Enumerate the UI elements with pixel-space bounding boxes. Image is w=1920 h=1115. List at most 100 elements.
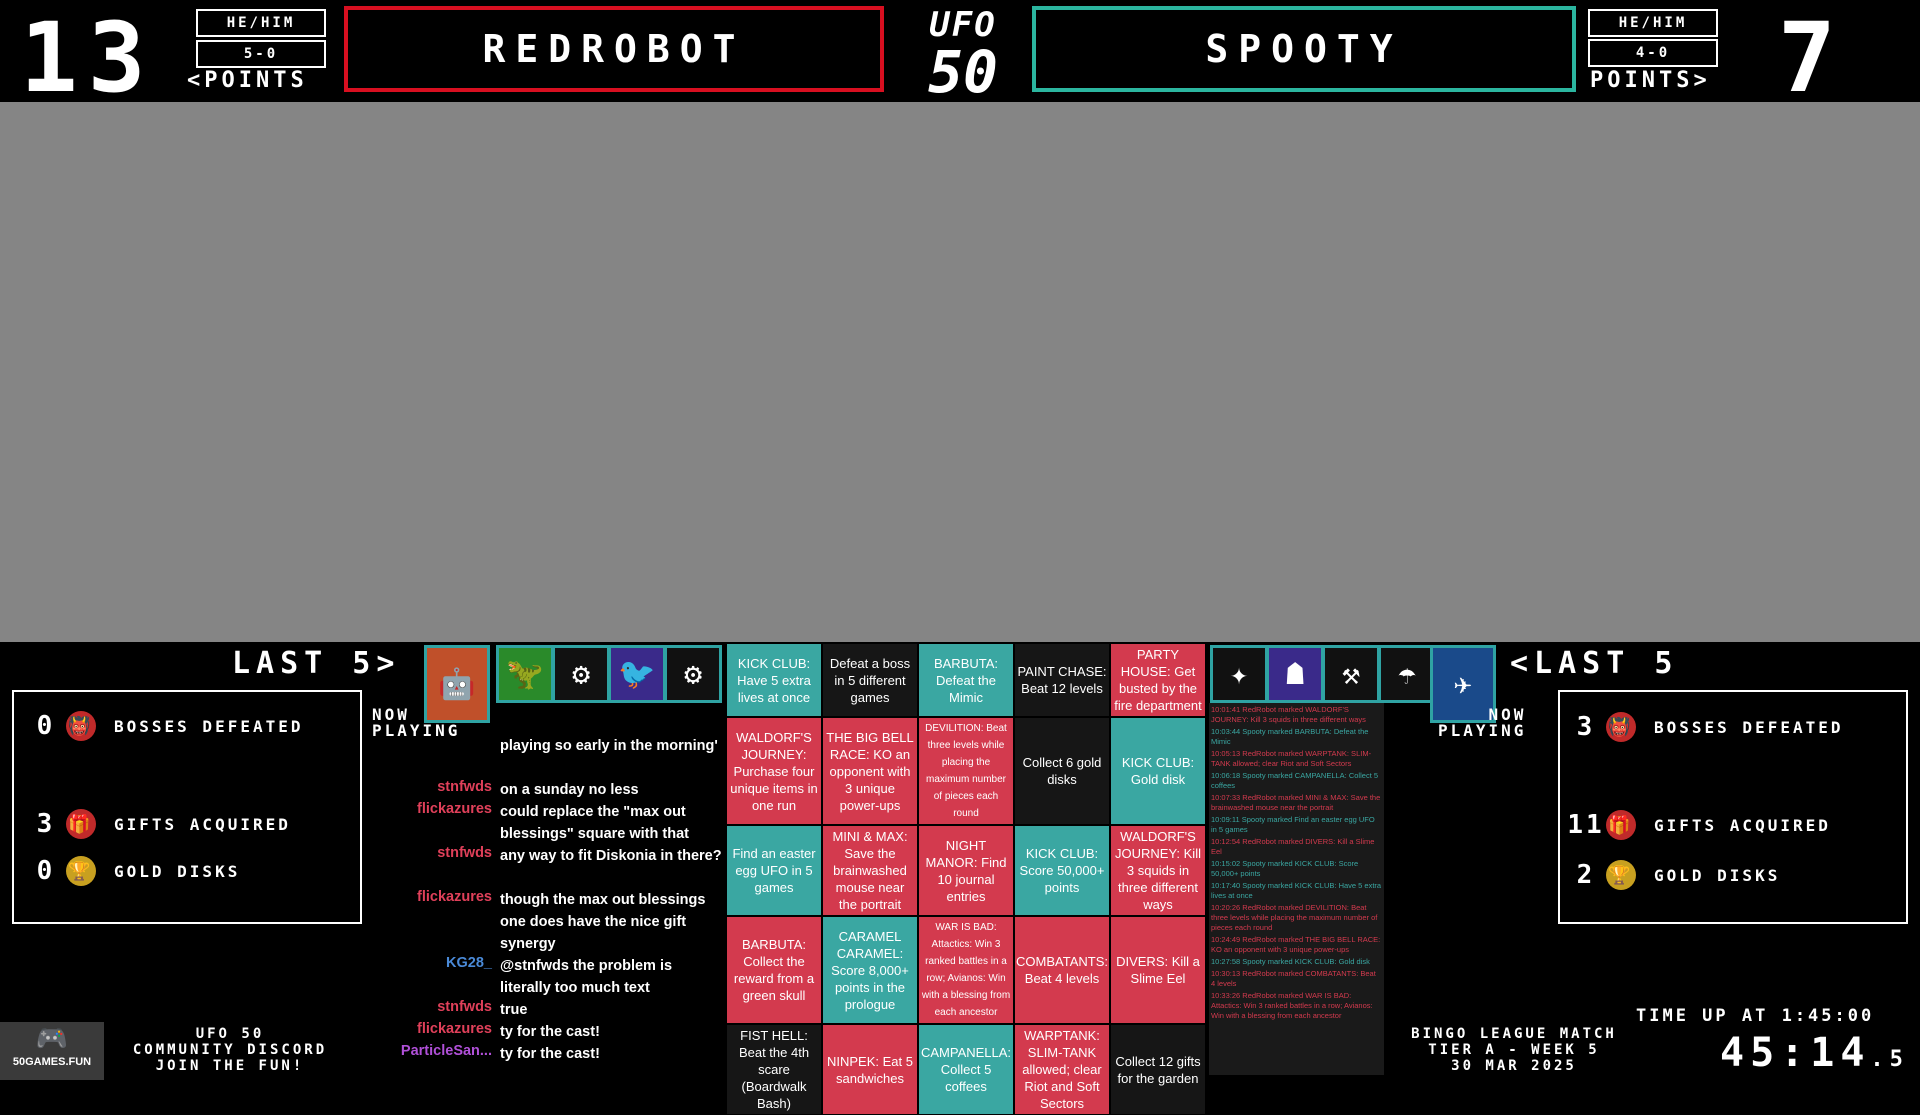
chat-message: stnfwds on a sunday no less [370, 779, 725, 801]
discord-info: UFO 50 COMMUNITY DISCORD JOIN THE FUN! [110, 1026, 350, 1074]
bingo-cell[interactable]: DEVILITION: Beat three levels while plac… [918, 717, 1014, 825]
gift-icon: 🎁 [1606, 810, 1636, 840]
bingo-board: KICK CLUB: Have 5 extra lives at once Def… [726, 643, 1206, 1115]
chat-message: KG28_ @stnfwds the problem is literally t… [370, 955, 725, 999]
bingo-cell[interactable]: NIGHT MANOR: Find 10 journal entries [918, 825, 1014, 916]
chat-text: any way to fit Diskonia in there? [500, 848, 722, 864]
bingo-cell[interactable]: Defeat a boss in 5 different games [822, 643, 918, 717]
stat-label: GIFTS ACQUIRED [114, 814, 291, 834]
stat-label: GOLD DISKS [114, 861, 241, 881]
chat-text: true [500, 1002, 528, 1018]
bingo-cell[interactable]: KICK CLUB: Gold disk [1110, 717, 1206, 825]
bingo-cell[interactable]: PAINT CHASE: Beat 12 levels [1014, 643, 1110, 717]
match-line: TIER A - WEEK 5 [1428, 1042, 1600, 1058]
chat-text: though the max out blessings one does ha… [500, 892, 706, 952]
bingo-cell[interactable]: CAMPANELLA: Collect 5 coffees [918, 1024, 1014, 1115]
left-points-label: <POINTS [187, 68, 308, 93]
bingo-cell[interactable]: COMBATANTS: Beat 4 levels [1014, 916, 1110, 1024]
log-entry: 10:06:18 Spooty marked CAMPANELLA: Colle… [1211, 771, 1379, 790]
stat-count: 0 [36, 711, 56, 741]
bingo-cell[interactable]: KICK CLUB: Score 50,000+ points [1014, 825, 1110, 916]
logo-bottom: 50 [928, 38, 998, 106]
left-stat-gifts: 3 🎁 GIFTS ACQUIRED [26, 809, 291, 839]
bingo-cell[interactable]: NINPEK: Eat 5 sandwiches [822, 1024, 918, 1115]
gift-icon: 🎁 [66, 809, 96, 839]
right-now-playing-label: NOW PLAYING [1438, 705, 1527, 740]
bingo-cell[interactable]: PARTY HOUSE: Get busted by the fire depa… [1110, 643, 1206, 717]
bingo-cell[interactable]: Find an easter egg UFO in 5 games [726, 825, 822, 916]
ufo50-logo: UFO 50 [908, 6, 1018, 102]
match-line: BINGO LEAGUE MATCH [1411, 1026, 1617, 1042]
bingo-cell[interactable]: BARBUTA: Defeat the Mimic [918, 643, 1014, 717]
recent-game-icon-5: ✦ [1210, 645, 1268, 703]
recent-game-icon-7: ⚒ [1322, 645, 1380, 703]
chat-user: ParticleSan... [400, 1043, 492, 1059]
trophy-icon: 🏆 [66, 856, 96, 886]
chat-user [370, 735, 500, 757]
log-entry: 10:27:58 Spooty marked KICK CLUB: Gold d… [1211, 957, 1370, 966]
chat-user: stnfwds [437, 779, 492, 795]
left-stat-gold-disks: 0 🏆 GOLD DISKS [26, 856, 240, 886]
boss-icon: 👹 [66, 711, 96, 741]
bingo-cell[interactable]: DIVERS: Kill a Slime Eel [1110, 916, 1206, 1024]
chat-text: ty for the cast! [500, 1024, 600, 1040]
stat-label: GOLD DISKS [1654, 865, 1781, 885]
stat-count: 0 [36, 856, 56, 886]
left-pronouns: HE/HIM [196, 9, 326, 37]
timer-fraction: .5 [1870, 1047, 1909, 1072]
bingo-cell[interactable]: MINI & MAX: Save the brainwashed mouse n… [822, 825, 918, 916]
stat-count: 2 [1576, 860, 1596, 890]
bingo-cell[interactable]: Collect 12 gifts for the garden [1110, 1024, 1206, 1115]
discord-line: JOIN THE FUN! [155, 1058, 305, 1074]
chat-text: on a sunday no less [500, 782, 639, 798]
bingo-cell[interactable]: CARAMEL CARAMEL: Score 8,000+ points in … [822, 916, 918, 1024]
stat-count: 3 [1576, 712, 1596, 742]
stat-label: BOSSES DEFEATED [1654, 717, 1844, 737]
right-pronouns: HE/HIM [1588, 9, 1718, 37]
chat-message: flickazures ty for the cast! [370, 1021, 725, 1043]
match-info: BINGO LEAGUE MATCH TIER A - WEEK 5 30 MA… [1394, 1026, 1634, 1074]
right-stat-gold-disks: 2 🏆 GOLD DISKS [1566, 860, 1780, 890]
chat-user: stnfwds [437, 999, 492, 1015]
boss-icon: 👹 [1606, 712, 1636, 742]
chat-user: flickazures [417, 1021, 492, 1037]
log-entry: 10:15:02 Spooty marked KICK CLUB: Score … [1211, 859, 1359, 878]
discord-badge[interactable]: 🎮 50GAMES.FUN [0, 1022, 104, 1080]
timer-value: 45:14 [1720, 1030, 1871, 1076]
bingo-cell[interactable]: BARBUTA: Collect the reward from a green… [726, 916, 822, 1024]
recent-game-icon-8: ☂ [1378, 645, 1436, 703]
right-record: 4-0 [1588, 39, 1718, 67]
chat-message: ParticleSan... ty for the cast! [370, 1043, 725, 1065]
right-stat-gifts: 11 🎁 GIFTS ACQUIRED [1566, 810, 1831, 840]
discord-site[interactable]: 50GAMES.FUN [0, 1056, 104, 1068]
bingo-cell[interactable]: WALDORF'S JOURNEY: Kill 3 squids in thre… [1110, 825, 1206, 916]
chat-user: flickazures [417, 889, 492, 905]
chat-text: @stnfwds the problem is literally too mu… [500, 958, 673, 996]
chat-text: could replace the "max out blessings" sq… [500, 804, 689, 842]
chat-message: playing so early in the morning' [370, 735, 725, 757]
trophy-icon: 🏆 [1606, 860, 1636, 890]
time-up-label: TIME UP AT 1:45:00 [1636, 1006, 1875, 1026]
log-entry: 10:20:26 RedRobot marked DEVILITION: Bea… [1211, 903, 1378, 932]
bingo-cell[interactable]: KICK CLUB: Have 5 extra lives at once [726, 643, 822, 717]
right-last5-label: <LAST 5 [1510, 646, 1679, 681]
bingo-cell[interactable]: WALDORF'S JOURNEY: Purchase four unique … [726, 717, 822, 825]
chat-panel: playing so early in the morning' stnfwds… [370, 735, 725, 1080]
recent-game-icon-2: ⚙ [552, 645, 610, 703]
bingo-cell[interactable]: FIST HELL: Beat the 4th scare (Boardwalk… [726, 1024, 822, 1115]
stat-label: GIFTS ACQUIRED [1654, 815, 1831, 835]
chat-user: KG28_ [446, 955, 492, 971]
bingo-cell[interactable]: Collect 6 gold disks [1014, 717, 1110, 825]
left-stat-bosses: 0 👹 BOSSES DEFEATED [26, 711, 304, 741]
chat-message: flickazures could replace the "max out bl… [370, 801, 725, 845]
left-record: 5-0 [196, 40, 326, 68]
recent-game-icon-6: ☗ [1266, 645, 1324, 703]
bingo-cell[interactable]: WARPTANK: SLIM-TANK allowed; clear Riot … [1014, 1024, 1110, 1115]
bingo-cell[interactable]: THE BIG BELL RACE: KO an opponent with 3… [822, 717, 918, 825]
log-entry: 10:24:49 RedRobot marked THE BIG BELL RA… [1211, 935, 1381, 954]
stat-count: 3 [36, 809, 56, 839]
bingo-log: 10:01:41 RedRobot marked WALDORF'S JOURN… [1209, 703, 1384, 1075]
log-entry: 10:33:26 RedRobot marked WAR IS BAD: Att… [1211, 991, 1373, 1020]
bingo-cell[interactable]: WAR IS BAD: Attactics: Win 3 ranked batt… [918, 916, 1014, 1024]
log-entry: 10:05:13 RedRobot marked WARPTANK: SLIM-… [1211, 749, 1372, 768]
